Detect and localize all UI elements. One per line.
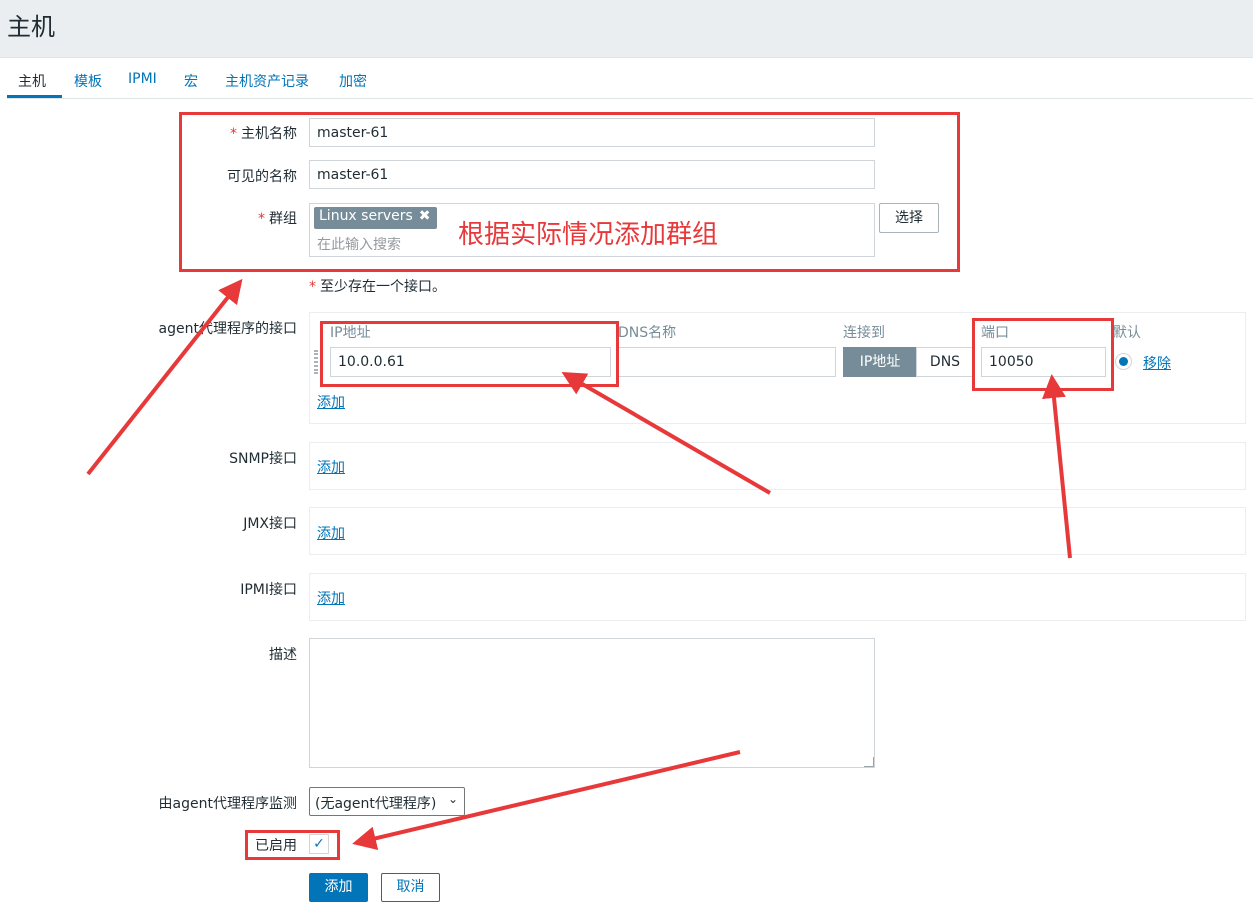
- add-jmx-link[interactable]: 添加: [317, 523, 345, 543]
- connect-dns-toggle[interactable]: DNS: [916, 347, 974, 377]
- col-dns-header: DNS名称: [618, 325, 677, 341]
- remove-interface-link[interactable]: 移除: [1143, 353, 1171, 373]
- snmp-label: SNMP接口: [229, 451, 297, 467]
- snmp-box: [309, 442, 1246, 490]
- agent-interfaces-label: agent代理程序的接口: [158, 321, 297, 337]
- page-title: 主机: [7, 13, 55, 41]
- description-textarea[interactable]: [309, 638, 875, 768]
- tab-encryption[interactable]: 加密: [339, 71, 367, 91]
- agent-dns-input[interactable]: [618, 347, 836, 377]
- tab-templates[interactable]: 模板: [74, 71, 102, 91]
- default-radio[interactable]: [1115, 353, 1132, 370]
- annotation-box-ip: [320, 321, 619, 387]
- tab-macros[interactable]: 宏: [184, 71, 198, 91]
- active-tab-indicator: [7, 95, 62, 98]
- add-ipmi-link[interactable]: 添加: [317, 588, 345, 608]
- drag-handle-icon[interactable]: [314, 350, 318, 374]
- resize-grip-icon[interactable]: [864, 757, 874, 767]
- annotation-box-port: [972, 318, 1114, 391]
- col-connect-header: 连接到: [843, 325, 885, 341]
- add-button[interactable]: 添加: [309, 873, 368, 902]
- col-default-header: 默认: [1113, 325, 1141, 341]
- tab-host[interactable]: 主机: [18, 71, 46, 91]
- description-label: 描述: [269, 647, 297, 663]
- ipmi-box: [309, 573, 1246, 621]
- page-header: 主机: [0, 0, 1253, 48]
- annotation-box-enabled: [245, 830, 340, 860]
- tab-bar: 主机 模板 IPMI 宏 主机资产记录 加密: [7, 57, 1253, 99]
- ipmi-label: IPMI接口: [240, 582, 297, 598]
- add-snmp-link[interactable]: 添加: [317, 457, 345, 477]
- interface-note: * 至少存在一个接口。: [309, 279, 446, 295]
- tab-ipmi[interactable]: IPMI: [128, 71, 157, 87]
- proxy-select[interactable]: (无agent代理程序) ⌄: [309, 787, 465, 816]
- tab-inventory[interactable]: 主机资产记录: [225, 71, 309, 91]
- jmx-label: JMX接口: [243, 516, 297, 532]
- proxy-label: 由agent代理程序监测: [158, 796, 297, 812]
- add-agent-interface-link[interactable]: 添加: [317, 392, 345, 412]
- annotation-text: 根据实际情况添加群组: [458, 220, 719, 250]
- chevron-down-icon: ⌄: [447, 792, 458, 806]
- cancel-button[interactable]: 取消: [381, 873, 440, 902]
- connect-ip-toggle[interactable]: IP地址: [843, 347, 917, 377]
- jmx-box: [309, 507, 1246, 555]
